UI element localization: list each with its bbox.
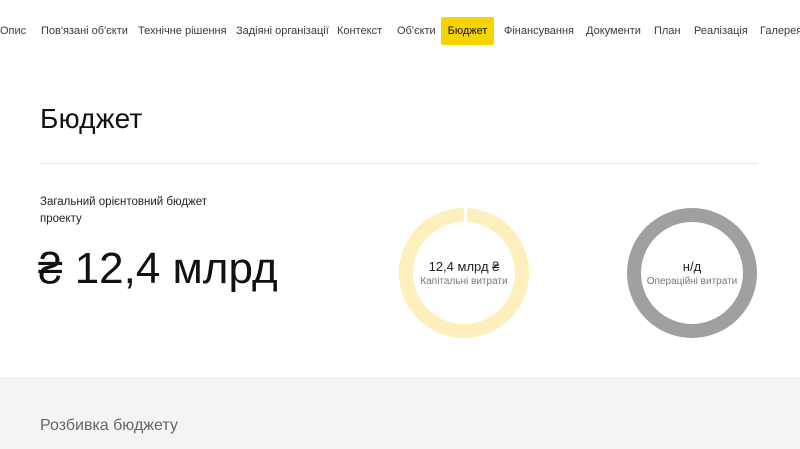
tab-technical-solution[interactable]: Технічне рішення: [130, 17, 235, 45]
total-budget-value: ₴ 12,4 млрд: [38, 244, 278, 293]
tab-documents[interactable]: Документи: [578, 17, 649, 45]
capex-caption: Капітальні витрати: [420, 275, 508, 287]
opex-value: н/д: [682, 258, 702, 274]
total-budget-label: Загальний орієнтовний бюджет проекту: [40, 196, 208, 225]
capex-donut: 12,4 млрд ₴ Капітальні витрати: [397, 206, 531, 340]
divider: [40, 163, 758, 164]
budget-breakdown-section: Розбивка бюджету: [0, 377, 800, 449]
opex-caption: Операційні витрати: [646, 275, 738, 287]
tab-gallery[interactable]: Галерея: [752, 17, 800, 45]
tab-objects[interactable]: Об'єкти: [389, 17, 444, 45]
tab-financing[interactable]: Фінансування: [496, 17, 582, 45]
page-title: Бюджет: [40, 103, 143, 134]
tab-organizations[interactable]: Задіяні організації: [228, 17, 337, 45]
section-nav: Опис Пов'язані об'єкти Технічне рішення …: [0, 0, 800, 58]
opex-donut: н/д Операційні витрати: [625, 206, 759, 340]
tab-related-objects[interactable]: Пов'язані об'єкти: [33, 17, 136, 45]
capex-value: 12,4 млрд ₴: [428, 258, 500, 274]
tab-budget[interactable]: Бюджет: [441, 17, 494, 45]
tab-context[interactable]: Контекст: [329, 17, 390, 45]
tab-implementation[interactable]: Реалізація: [686, 17, 756, 45]
tab-description[interactable]: Опис: [0, 17, 34, 45]
tab-plan[interactable]: План: [646, 17, 689, 45]
breakdown-title: Розбивка бюджету: [40, 417, 178, 434]
